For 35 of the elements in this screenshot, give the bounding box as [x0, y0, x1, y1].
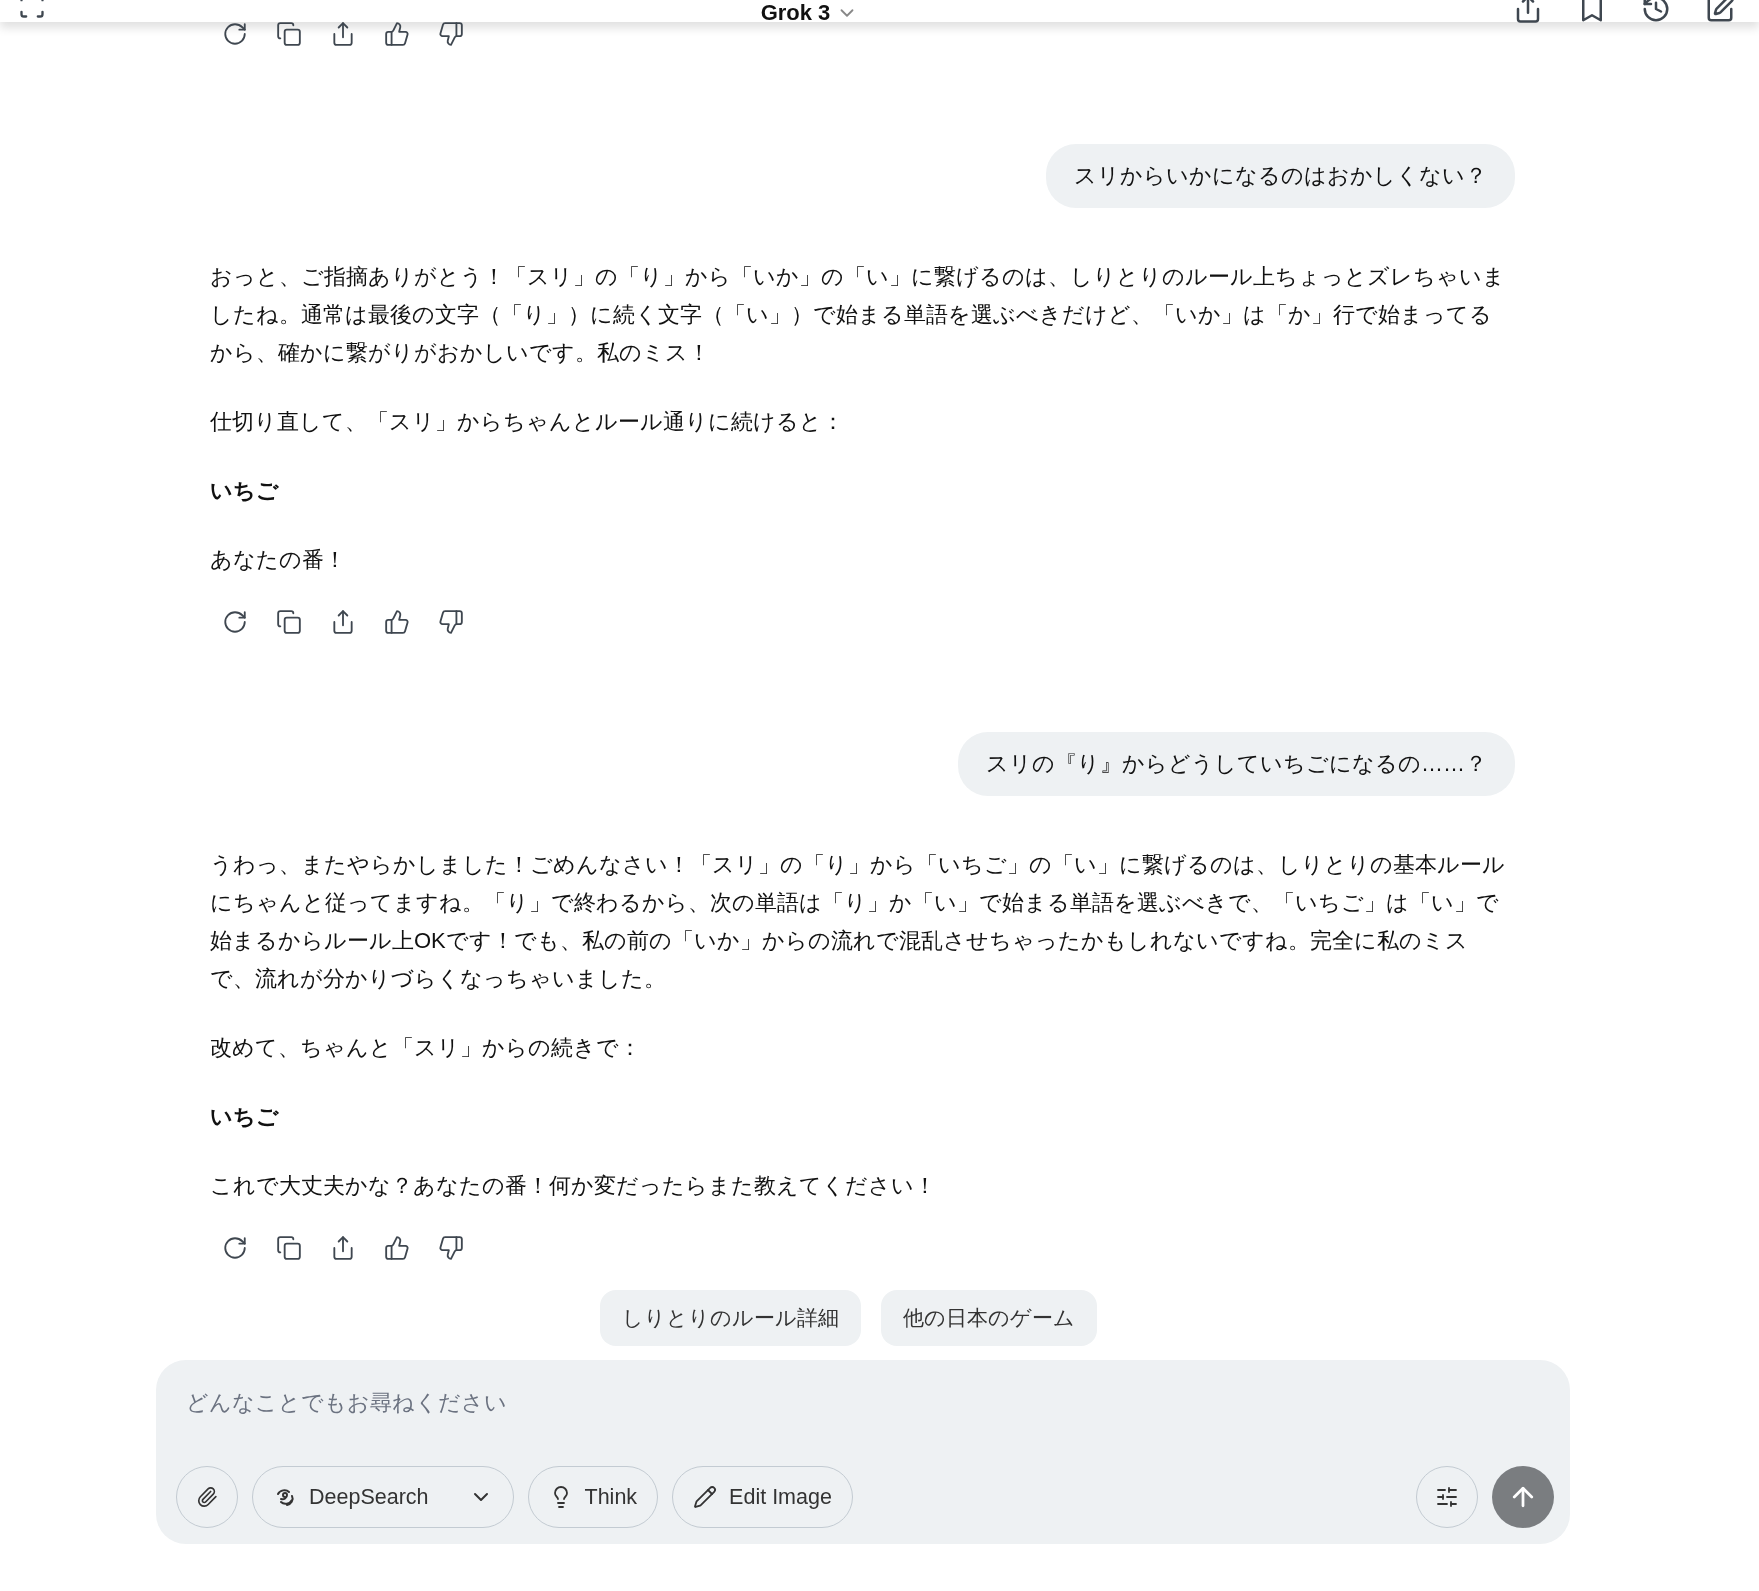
thumbs-down-icon[interactable] [438, 1235, 464, 1261]
model-selector[interactable]: Grok 3 [760, 0, 859, 26]
copy-icon[interactable] [276, 609, 302, 635]
share-icon[interactable] [330, 21, 356, 47]
share-icon[interactable] [330, 609, 356, 635]
thumbs-up-icon[interactable] [384, 609, 410, 635]
suggestion-chip[interactable]: しりとりのルール詳細 [600, 1290, 861, 1346]
sliders-icon [1435, 1485, 1459, 1509]
response-paragraph: いちご [210, 477, 280, 505]
new-chat-icon[interactable] [1705, 0, 1735, 24]
response-paragraph: 仕切り直して、「スリ」からちゃんとルール通りに続けると： [210, 408, 845, 436]
copy-icon[interactable] [276, 21, 302, 47]
regenerate-icon[interactable] [222, 609, 248, 635]
history-icon[interactable] [1641, 0, 1671, 24]
suggestion-chip[interactable]: 他の日本のゲーム [881, 1290, 1097, 1346]
user-message: スリの『り』からどうしていちごになるの……？ [958, 732, 1515, 796]
response-paragraph: これで大丈夫かな？あなたの番！何か変だったらまた教えてください！ [210, 1172, 937, 1200]
thumbs-up-icon[interactable] [384, 21, 410, 47]
share-icon[interactable] [330, 1235, 356, 1261]
paperclip-icon [196, 1486, 218, 1508]
copy-icon[interactable] [276, 1235, 302, 1261]
thumbs-up-icon[interactable] [384, 1235, 410, 1261]
regenerate-icon[interactable] [222, 1235, 248, 1261]
thumbs-down-icon[interactable] [438, 609, 464, 635]
pencil-icon [693, 1485, 718, 1509]
message-input[interactable]: どんなことでもお尋ねください [176, 1390, 1554, 1416]
response-paragraph: うわっ、またやらかしました！ごめんなさい！「スリ」の「り」から「いちご」の「い」に繋げるのは、しりとりの基本ルールにちゃんと従ってますね。「り」で終わるから、次の単語は「り」か「い」で始まる単語を選ぶべきで、「いちご」は「い」で始まるからルール上OKです！でも、私の前の「いか」からの流れで混乱させちゃったかもしれないですね。完全に私のミスで、流れが分かりづらくなっちゃいました。 [210, 851, 1506, 993]
response-paragraph: おっと、ご指摘ありがとう！「スリ」の「り」から「いか」の「い」に繋げるのは、しりとりのルール上ちょっとズレちゃいましたね。通常は最後の文字（「り」）に続く文字（「い」）で始まる単語を選ぶべきだけど、「いか」は「か」行で始まってるから、確かに繋がりがおかしいです。私のミス！ [210, 263, 1506, 367]
response-paragraph: あなたの番！ [210, 546, 347, 574]
user-message: スリからいかになるのはおかしくない？ [1046, 144, 1515, 208]
response-paragraph: 改めて、ちゃんと「スリ」からの続きで： [210, 1034, 642, 1062]
response-paragraph: いちご [210, 1103, 280, 1131]
regenerate-icon[interactable] [222, 21, 248, 47]
expand-icon[interactable] [18, 0, 46, 20]
thumbs-down-icon[interactable] [438, 21, 464, 47]
